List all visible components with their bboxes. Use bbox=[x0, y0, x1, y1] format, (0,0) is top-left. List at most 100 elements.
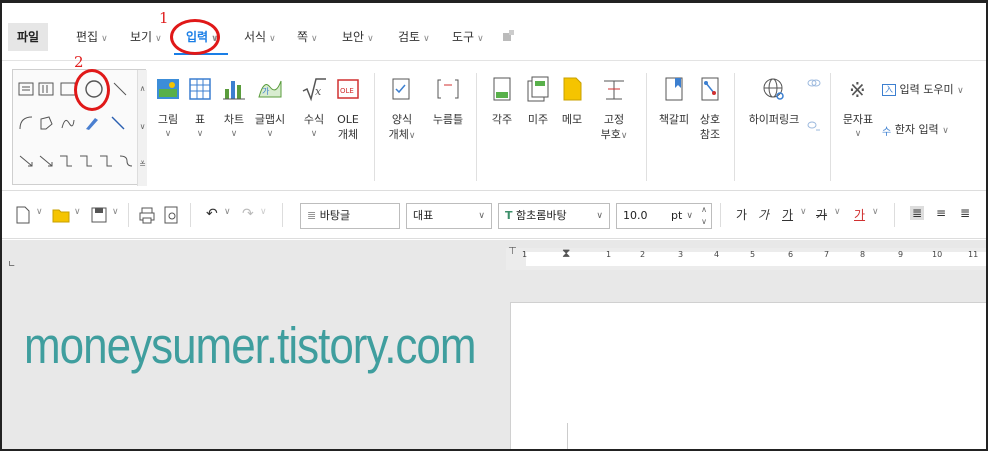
ribbon-separator bbox=[646, 73, 647, 181]
link-icon[interactable] bbox=[806, 75, 822, 91]
toolbar-separator bbox=[894, 203, 895, 227]
horizontal-ruler[interactable]: ⊤ ⧗ 1 1 2 3 4 5 6 7 8 9 10 11 bbox=[506, 246, 986, 270]
save-icon[interactable] bbox=[90, 205, 108, 225]
redo-icon[interactable]: ↷ bbox=[242, 206, 254, 222]
ruler-tick-label: 6 bbox=[788, 250, 794, 259]
unlink-icon[interactable] bbox=[806, 119, 822, 135]
pen-icon[interactable] bbox=[83, 114, 101, 132]
menu-review[interactable]: 검토 ∨ bbox=[398, 23, 430, 51]
menu-edit[interactable]: 편집 ∨ bbox=[76, 23, 108, 51]
arrow-line-icon[interactable] bbox=[109, 114, 127, 132]
wordart-button[interactable]: 가 글맵시 ∨ bbox=[250, 71, 290, 141]
chevron-down-icon: ∨ bbox=[311, 34, 318, 44]
heading-select[interactable]: 대표 ∨ bbox=[406, 203, 492, 229]
ruler-tick-label: 5 bbox=[750, 250, 756, 259]
ruler-tick-label: 1 bbox=[522, 250, 528, 259]
form-object-button[interactable]: 양식 개체∨ bbox=[382, 71, 422, 143]
menu-tools[interactable]: 도구 ∨ bbox=[452, 23, 484, 51]
input-helper-button[interactable]: 入 입력 도우미 ∨ bbox=[882, 81, 964, 97]
wordart-icon: 가 bbox=[258, 80, 282, 98]
vertical-textbox-icon[interactable] bbox=[37, 80, 55, 98]
chart-button[interactable]: 차트 ∨ bbox=[214, 71, 254, 141]
align-left-icon[interactable]: ≡ bbox=[936, 206, 946, 220]
chevron-down-icon[interactable]: ∨ bbox=[834, 207, 841, 217]
size-stepper[interactable]: ∧ ∨ bbox=[701, 204, 707, 228]
line-icon[interactable] bbox=[111, 80, 129, 98]
ruler-tick-label: 9 bbox=[898, 250, 904, 259]
chevron-down-icon: ∨ bbox=[408, 131, 416, 141]
chevron-down-icon[interactable]: ∨ bbox=[224, 207, 231, 217]
bookmark-button[interactable]: 책갈피 bbox=[654, 71, 694, 127]
symbol-button[interactable]: ※ 문자표 ∨ bbox=[838, 71, 878, 141]
ruler-tick-label: 2 bbox=[640, 250, 646, 259]
chevron-down-icon[interactable]: ∨ bbox=[800, 207, 807, 217]
curve-icon[interactable] bbox=[59, 114, 77, 132]
chevron-down-icon[interactable]: ∨ bbox=[138, 108, 147, 146]
curved-connector-icon[interactable] bbox=[117, 152, 135, 170]
menu-page[interactable]: 쪽 ∨ bbox=[297, 23, 318, 51]
ruler-margin-marker[interactable]: ⧗ bbox=[562, 246, 570, 261]
font-select[interactable]: T 함초롬바탕 ∨ bbox=[498, 203, 610, 229]
hanja-input-button[interactable]: 수 한자 입력 ∨ bbox=[882, 121, 949, 138]
bookmark-icon bbox=[665, 77, 683, 101]
chevron-up-icon[interactable]: ∧ bbox=[138, 70, 147, 108]
print-preview-icon[interactable] bbox=[162, 205, 180, 225]
font-color-button[interactable]: 가 bbox=[854, 206, 865, 223]
align-center-icon[interactable]: ≣ bbox=[960, 206, 970, 220]
align-justify-icon[interactable]: ≣ bbox=[910, 206, 925, 220]
ruler-indent-marker[interactable]: ⊤ bbox=[508, 246, 517, 257]
menu-format[interactable]: 서식 ∨ bbox=[244, 23, 276, 51]
chevron-down-icon[interactable]: ∨ bbox=[36, 207, 43, 217]
ole-object-button[interactable]: OLE OLE 개체 bbox=[328, 71, 368, 142]
polygon-icon[interactable] bbox=[37, 114, 55, 132]
bold-button[interactable]: 가 bbox=[736, 206, 747, 223]
underline-button[interactable]: 가 bbox=[782, 206, 793, 223]
elbow-connector-icon-2[interactable] bbox=[77, 152, 95, 170]
strikethrough-button[interactable]: 가 bbox=[816, 206, 827, 223]
annotation-step-1: 1 bbox=[159, 9, 169, 27]
memo-button[interactable]: 메모 bbox=[552, 71, 592, 127]
connector-icon-2[interactable] bbox=[37, 152, 55, 170]
elbow-connector-icon-1[interactable] bbox=[57, 152, 75, 170]
chevron-down-icon[interactable]: ∨ bbox=[260, 207, 267, 217]
font-size-field[interactable]: 10.0 pt ∨ ∧ ∨ bbox=[616, 203, 712, 229]
fixed-mark-button[interactable]: 고정 부호∨ bbox=[594, 71, 634, 143]
toolbar-separator bbox=[128, 203, 129, 227]
open-folder-icon[interactable] bbox=[52, 205, 70, 225]
field-bracket-icon bbox=[437, 79, 459, 99]
document-workarea: ∟ ⊤ ⧗ 1 1 2 3 4 5 6 7 8 9 10 11 moneysum… bbox=[2, 240, 986, 449]
puzzle-icon[interactable] bbox=[500, 27, 518, 45]
press-field-button[interactable]: 누름틀 bbox=[428, 71, 468, 127]
menu-view[interactable]: 보기 ∨ bbox=[130, 23, 162, 51]
document-page[interactable] bbox=[510, 302, 986, 449]
ribbon-insert: ∧ ∨ ≚ 2 그림 ∨ 표 ∨ 차트 ∨ 가 글맵시 ∨ x 수식 ∨ OLE… bbox=[2, 53, 986, 191]
table-icon bbox=[189, 78, 211, 100]
style-list-icon: ≣ bbox=[307, 209, 317, 222]
elbow-connector-icon-3[interactable] bbox=[97, 152, 115, 170]
vertical-ruler[interactable] bbox=[2, 300, 16, 449]
chevron-down-icon[interactable]: ∨ bbox=[872, 207, 879, 217]
footnote-button[interactable]: 각주 bbox=[482, 71, 522, 127]
italic-button[interactable]: 가 bbox=[758, 206, 769, 223]
hyperlink-button[interactable]: 하이퍼링크 bbox=[744, 71, 804, 127]
arc-icon[interactable] bbox=[17, 114, 35, 132]
expand-gallery-icon[interactable]: ≚ bbox=[138, 146, 147, 184]
new-document-icon[interactable] bbox=[14, 205, 32, 225]
menu-security[interactable]: 보안 ∨ bbox=[342, 23, 374, 51]
chevron-down-icon: ∨ bbox=[686, 211, 693, 221]
ruler-corner-icon[interactable]: ∟ bbox=[8, 260, 16, 270]
symbol-icon: ※ bbox=[849, 78, 866, 102]
ruler-tick-label: 11 bbox=[968, 250, 979, 259]
undo-icon[interactable]: ↶ bbox=[206, 206, 218, 222]
gallery-scrollbar[interactable]: ∧ ∨ ≚ bbox=[137, 70, 147, 186]
style-select[interactable]: ≣ 바탕글 bbox=[300, 203, 400, 229]
chevron-down-icon: ∨ bbox=[478, 211, 485, 221]
connector-icon-1[interactable] bbox=[17, 152, 35, 170]
menu-file[interactable]: 파일 bbox=[8, 23, 48, 51]
textbox-icon[interactable] bbox=[17, 80, 35, 98]
chevron-down-icon[interactable]: ∨ bbox=[74, 207, 81, 217]
print-icon[interactable] bbox=[138, 205, 156, 225]
chevron-down-icon[interactable]: ∨ bbox=[112, 207, 119, 217]
input-helper-icon: 入 bbox=[882, 84, 896, 96]
cross-reference-button[interactable]: 상호 참조 bbox=[690, 71, 730, 142]
